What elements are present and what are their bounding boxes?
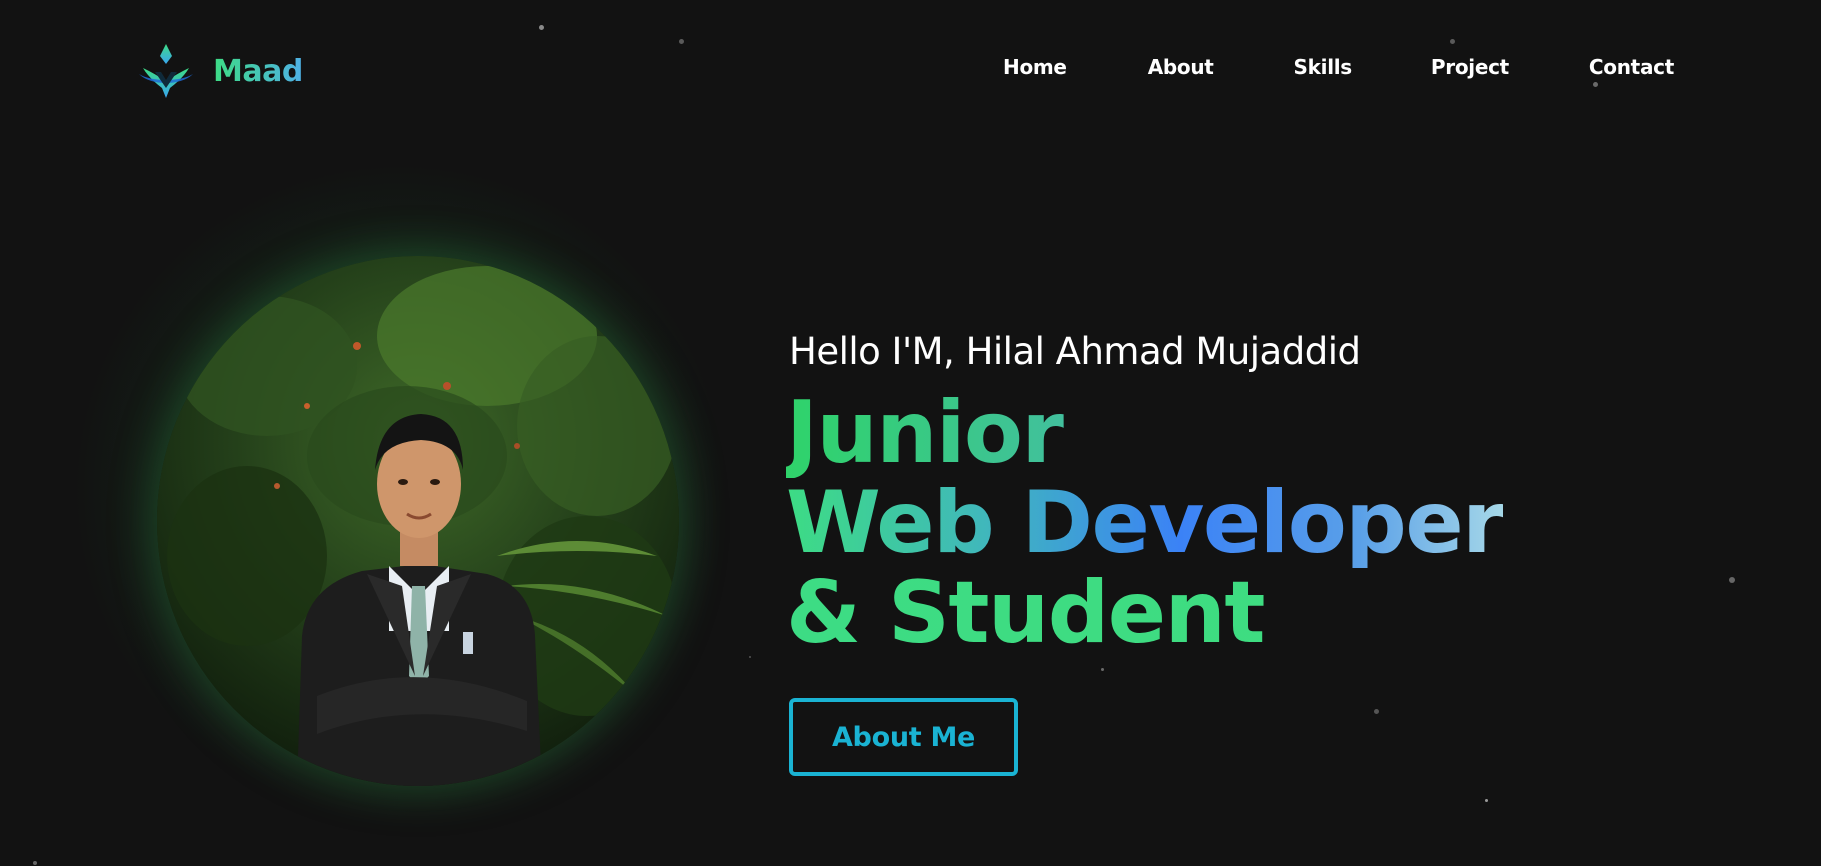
nav-contact[interactable]: Contact <box>1589 55 1674 79</box>
profile-photo <box>157 256 679 786</box>
hero-greeting: Hello I'M, Hilal Ahmad Mujaddid <box>789 330 1361 373</box>
particle <box>1374 709 1379 714</box>
brand-name: Maad <box>213 53 303 89</box>
particle <box>749 656 751 658</box>
page: Maad Home About Skills Project Contact H… <box>0 0 1821 866</box>
about-me-button[interactable]: About Me <box>789 698 1018 776</box>
particle <box>1485 799 1488 802</box>
hero-headline: Junior Web Developer & Student <box>786 388 1505 658</box>
headline-line-2: Web Developer <box>786 473 1505 573</box>
headline-line-3: & Student <box>786 568 1503 658</box>
nav-project[interactable]: Project <box>1431 55 1509 79</box>
nav-about[interactable]: About <box>1148 55 1214 79</box>
maad-logo-icon <box>139 44 193 98</box>
headline-line-1: Junior <box>786 388 1503 478</box>
main-nav: Home About Skills Project Contact <box>990 55 1674 79</box>
particle <box>1101 668 1104 671</box>
particle <box>1729 577 1735 583</box>
particle <box>1450 39 1455 44</box>
brand-logo-link[interactable]: Maad <box>137 42 303 100</box>
particle <box>1593 82 1598 87</box>
profile-photo-illustration <box>157 256 679 786</box>
particle <box>539 25 544 30</box>
nav-skills[interactable]: Skills <box>1294 55 1353 79</box>
particle <box>33 861 37 865</box>
particle <box>679 39 684 44</box>
nav-home[interactable]: Home <box>1003 55 1067 79</box>
